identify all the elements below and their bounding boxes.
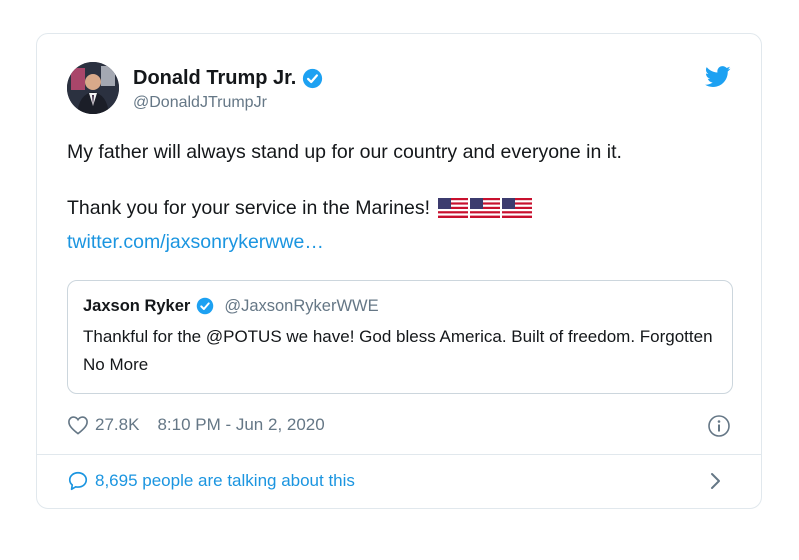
- info-icon[interactable]: [707, 414, 731, 438]
- quoted-tweet[interactable]: Jaxson Ryker @JaxsonRykerWWE Thankful fo…: [67, 280, 733, 394]
- comment-bubble-icon: [68, 471, 88, 491]
- heart-icon: [68, 416, 88, 435]
- tweet-link[interactable]: twitter.com/jaxsonrykerwwe…: [67, 228, 731, 256]
- tweet-line-2: Thank you for your service in the Marine…: [67, 194, 731, 222]
- avatar[interactable]: [67, 62, 119, 114]
- like-button[interactable]: 27.8K: [67, 415, 139, 435]
- author-name-row[interactable]: Donald Trump Jr.: [133, 66, 323, 90]
- twitter-bird-icon[interactable]: [705, 66, 731, 88]
- tweet-card: Donald Trump Jr. @DonaldJTrumpJr My fath…: [36, 33, 762, 509]
- us-flag-icon: [502, 198, 533, 218]
- divider: [37, 454, 761, 455]
- quoted-author-handle[interactable]: @JaxsonRykerWWE: [224, 295, 378, 317]
- conversation-link[interactable]: 8,695 people are talking about this: [67, 466, 731, 496]
- tweet-line-2-text: Thank you for your service in the Marine…: [67, 197, 431, 219]
- quoted-tweet-header: Jaxson Ryker @JaxsonRykerWWE: [83, 295, 717, 317]
- tweet-meta: 27.8K 8:10 PM - Jun 2, 2020: [67, 412, 731, 438]
- like-count: 27.8K: [95, 415, 140, 434]
- flag-emojis: [438, 198, 533, 218]
- conversation-count: 8,695 people are talking about this: [95, 471, 355, 490]
- tweet-timestamp[interactable]: 8:10 PM - Jun 2, 2020: [157, 415, 324, 435]
- quoted-tweet-text: Thankful for the @POTUS we have! God ble…: [83, 327, 713, 374]
- author-handle[interactable]: @DonaldJTrumpJr: [133, 92, 323, 114]
- tweet-text: My father will always stand up for our c…: [67, 138, 731, 256]
- author-display-name[interactable]: Donald Trump Jr.: [133, 66, 296, 90]
- verified-badge-icon: [303, 68, 323, 88]
- chevron-right-icon: [711, 473, 720, 489]
- quoted-author-name[interactable]: Jaxson Ryker: [83, 295, 190, 317]
- us-flag-icon: [438, 198, 469, 218]
- tweet-line-1: My father will always stand up for our c…: [67, 141, 622, 163]
- verified-badge-icon: [197, 297, 214, 315]
- tweet-header: Donald Trump Jr. @DonaldJTrumpJr: [67, 62, 731, 122]
- author-names: Donald Trump Jr. @DonaldJTrumpJr: [133, 66, 323, 114]
- us-flag-icon: [470, 198, 501, 218]
